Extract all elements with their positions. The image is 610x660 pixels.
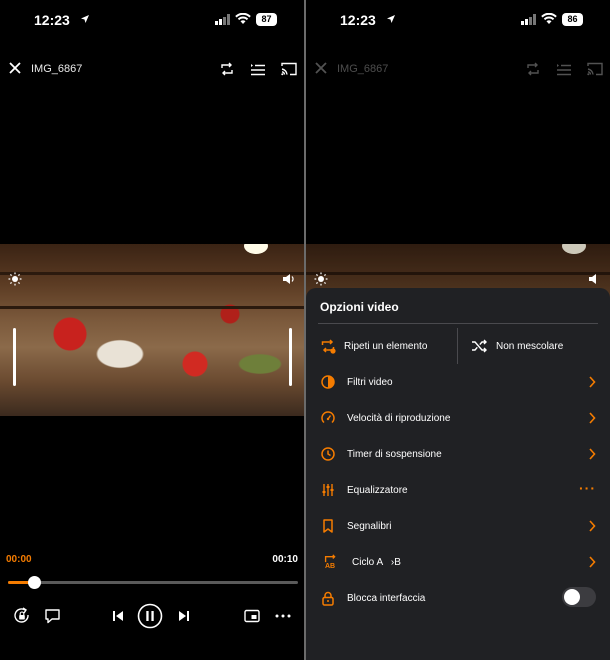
bookmarks-label: Segnalibri bbox=[347, 520, 392, 532]
volume-icon bbox=[589, 274, 596, 284]
seek-bar[interactable] bbox=[8, 581, 298, 584]
equalizer-item[interactable]: Equalizzatore ··· bbox=[320, 480, 596, 500]
battery-indicator: 87 bbox=[256, 13, 277, 26]
total-time: 00:10 bbox=[272, 554, 298, 565]
cast-icon[interactable] bbox=[280, 60, 298, 78]
more-icon[interactable]: ··· bbox=[579, 480, 596, 496]
repeat-mode-label: Ripeti un elemento bbox=[344, 340, 428, 352]
status-bar: 12:23 87 bbox=[0, 0, 304, 40]
video-shelf bbox=[0, 306, 304, 309]
video-options-screen: 12:23 86 IMG_6867 Opzioni video Ripeti u… bbox=[306, 0, 610, 660]
playlist-icon bbox=[557, 64, 571, 76]
bookmarks-item[interactable]: Segnalibri bbox=[320, 516, 596, 536]
repeat-mode-button[interactable]: Ripeti un elemento bbox=[320, 336, 427, 356]
repeat-icon[interactable] bbox=[218, 60, 236, 78]
video-shelf bbox=[306, 272, 610, 275]
sleep-timer-label: Timer di sospensione bbox=[347, 448, 442, 460]
video-title: IMG_6867 bbox=[337, 63, 389, 75]
video-filters-item[interactable]: Filtri video bbox=[320, 372, 596, 392]
brightness-slider[interactable] bbox=[13, 328, 16, 386]
playback-speed-item[interactable]: Velocità di riproduzione bbox=[320, 408, 596, 428]
player-top-bar: IMG_6867 bbox=[0, 56, 304, 82]
ab-badge: AB bbox=[324, 563, 336, 570]
lock-interface-label: Blocca interfaccia bbox=[347, 592, 426, 604]
location-arrow-icon bbox=[387, 15, 395, 23]
speed-icon bbox=[321, 411, 335, 424]
current-time: 00:00 bbox=[6, 554, 32, 565]
volume-icon bbox=[283, 274, 294, 284]
sleep-timer-item[interactable]: Timer di sospensione bbox=[320, 444, 596, 464]
wifi-icon bbox=[541, 13, 557, 24]
chevron-right-icon bbox=[589, 448, 596, 460]
brightness-icon bbox=[8, 272, 22, 286]
ab-loop-label: Ciclo A ›B bbox=[352, 556, 401, 568]
video-filters-label: Filtri video bbox=[347, 376, 393, 388]
sheet-divider bbox=[318, 323, 598, 324]
toggle-knob bbox=[564, 589, 580, 605]
aspect-ratio-icon[interactable] bbox=[243, 606, 261, 626]
playback-speed-label: Velocità di riproduzione bbox=[347, 412, 451, 424]
video-player-screen: 12:23 87 IMG_6867 00:00 00:10 bbox=[0, 0, 304, 660]
shuffle-icon bbox=[472, 339, 487, 353]
volume-slider[interactable] bbox=[289, 328, 292, 386]
brightness-icon bbox=[314, 272, 328, 286]
rotation-lock-icon[interactable] bbox=[12, 606, 32, 626]
chevron-right-icon bbox=[589, 520, 596, 532]
timer-icon bbox=[321, 447, 335, 461]
wifi-icon bbox=[235, 13, 251, 24]
close-icon bbox=[315, 62, 327, 74]
cast-icon bbox=[587, 62, 603, 76]
lock-icon bbox=[322, 591, 334, 606]
ab-loop-item[interactable]: AB Ciclo A ›B bbox=[320, 552, 596, 572]
cellular-signal-icon bbox=[215, 14, 230, 25]
playlist-icon[interactable] bbox=[249, 60, 267, 78]
close-icon[interactable] bbox=[8, 61, 22, 75]
video-lamp bbox=[562, 244, 586, 254]
video-shelf bbox=[0, 272, 304, 275]
status-time: 12:23 bbox=[34, 12, 70, 28]
equalizer-icon bbox=[322, 484, 334, 496]
bookmark-icon bbox=[323, 519, 333, 533]
equalizer-label: Equalizzatore bbox=[347, 484, 408, 496]
cellular-signal-icon bbox=[521, 14, 536, 25]
previous-icon[interactable] bbox=[110, 606, 126, 626]
status-time: 12:23 bbox=[340, 12, 376, 28]
more-icon[interactable] bbox=[274, 606, 292, 626]
seek-bar-thumb[interactable] bbox=[27, 576, 41, 589]
player-top-bar: IMG_6867 bbox=[306, 56, 610, 82]
repeat-one-icon bbox=[321, 339, 336, 354]
contrast-icon bbox=[321, 375, 335, 389]
shuffle-label: Non mescolare bbox=[496, 340, 564, 352]
shuffle-button[interactable]: Non mescolare bbox=[471, 336, 563, 356]
lock-interface-item: Blocca interfaccia bbox=[320, 587, 596, 608]
chevron-right-icon bbox=[589, 376, 596, 388]
video-options-sheet: Opzioni video Ripeti un elemento Non mes… bbox=[306, 288, 610, 660]
chevron-right-icon bbox=[589, 412, 596, 424]
video-frame[interactable] bbox=[0, 244, 304, 416]
next-icon[interactable] bbox=[176, 606, 192, 626]
battery-indicator: 86 bbox=[562, 13, 583, 26]
repeat-icon bbox=[527, 62, 539, 76]
chevron-right-icon bbox=[589, 556, 596, 568]
option-separator bbox=[457, 328, 458, 364]
subtitles-icon[interactable] bbox=[44, 606, 62, 626]
status-bar: 12:23 86 bbox=[306, 0, 610, 40]
video-title: IMG_6867 bbox=[31, 63, 83, 75]
sheet-title: Opzioni video bbox=[320, 300, 399, 314]
lock-interface-toggle[interactable] bbox=[562, 587, 596, 607]
pause-icon[interactable] bbox=[137, 603, 163, 629]
location-arrow-icon bbox=[81, 15, 89, 23]
video-lamp bbox=[244, 244, 268, 254]
ab-loop-icon bbox=[324, 554, 336, 563]
